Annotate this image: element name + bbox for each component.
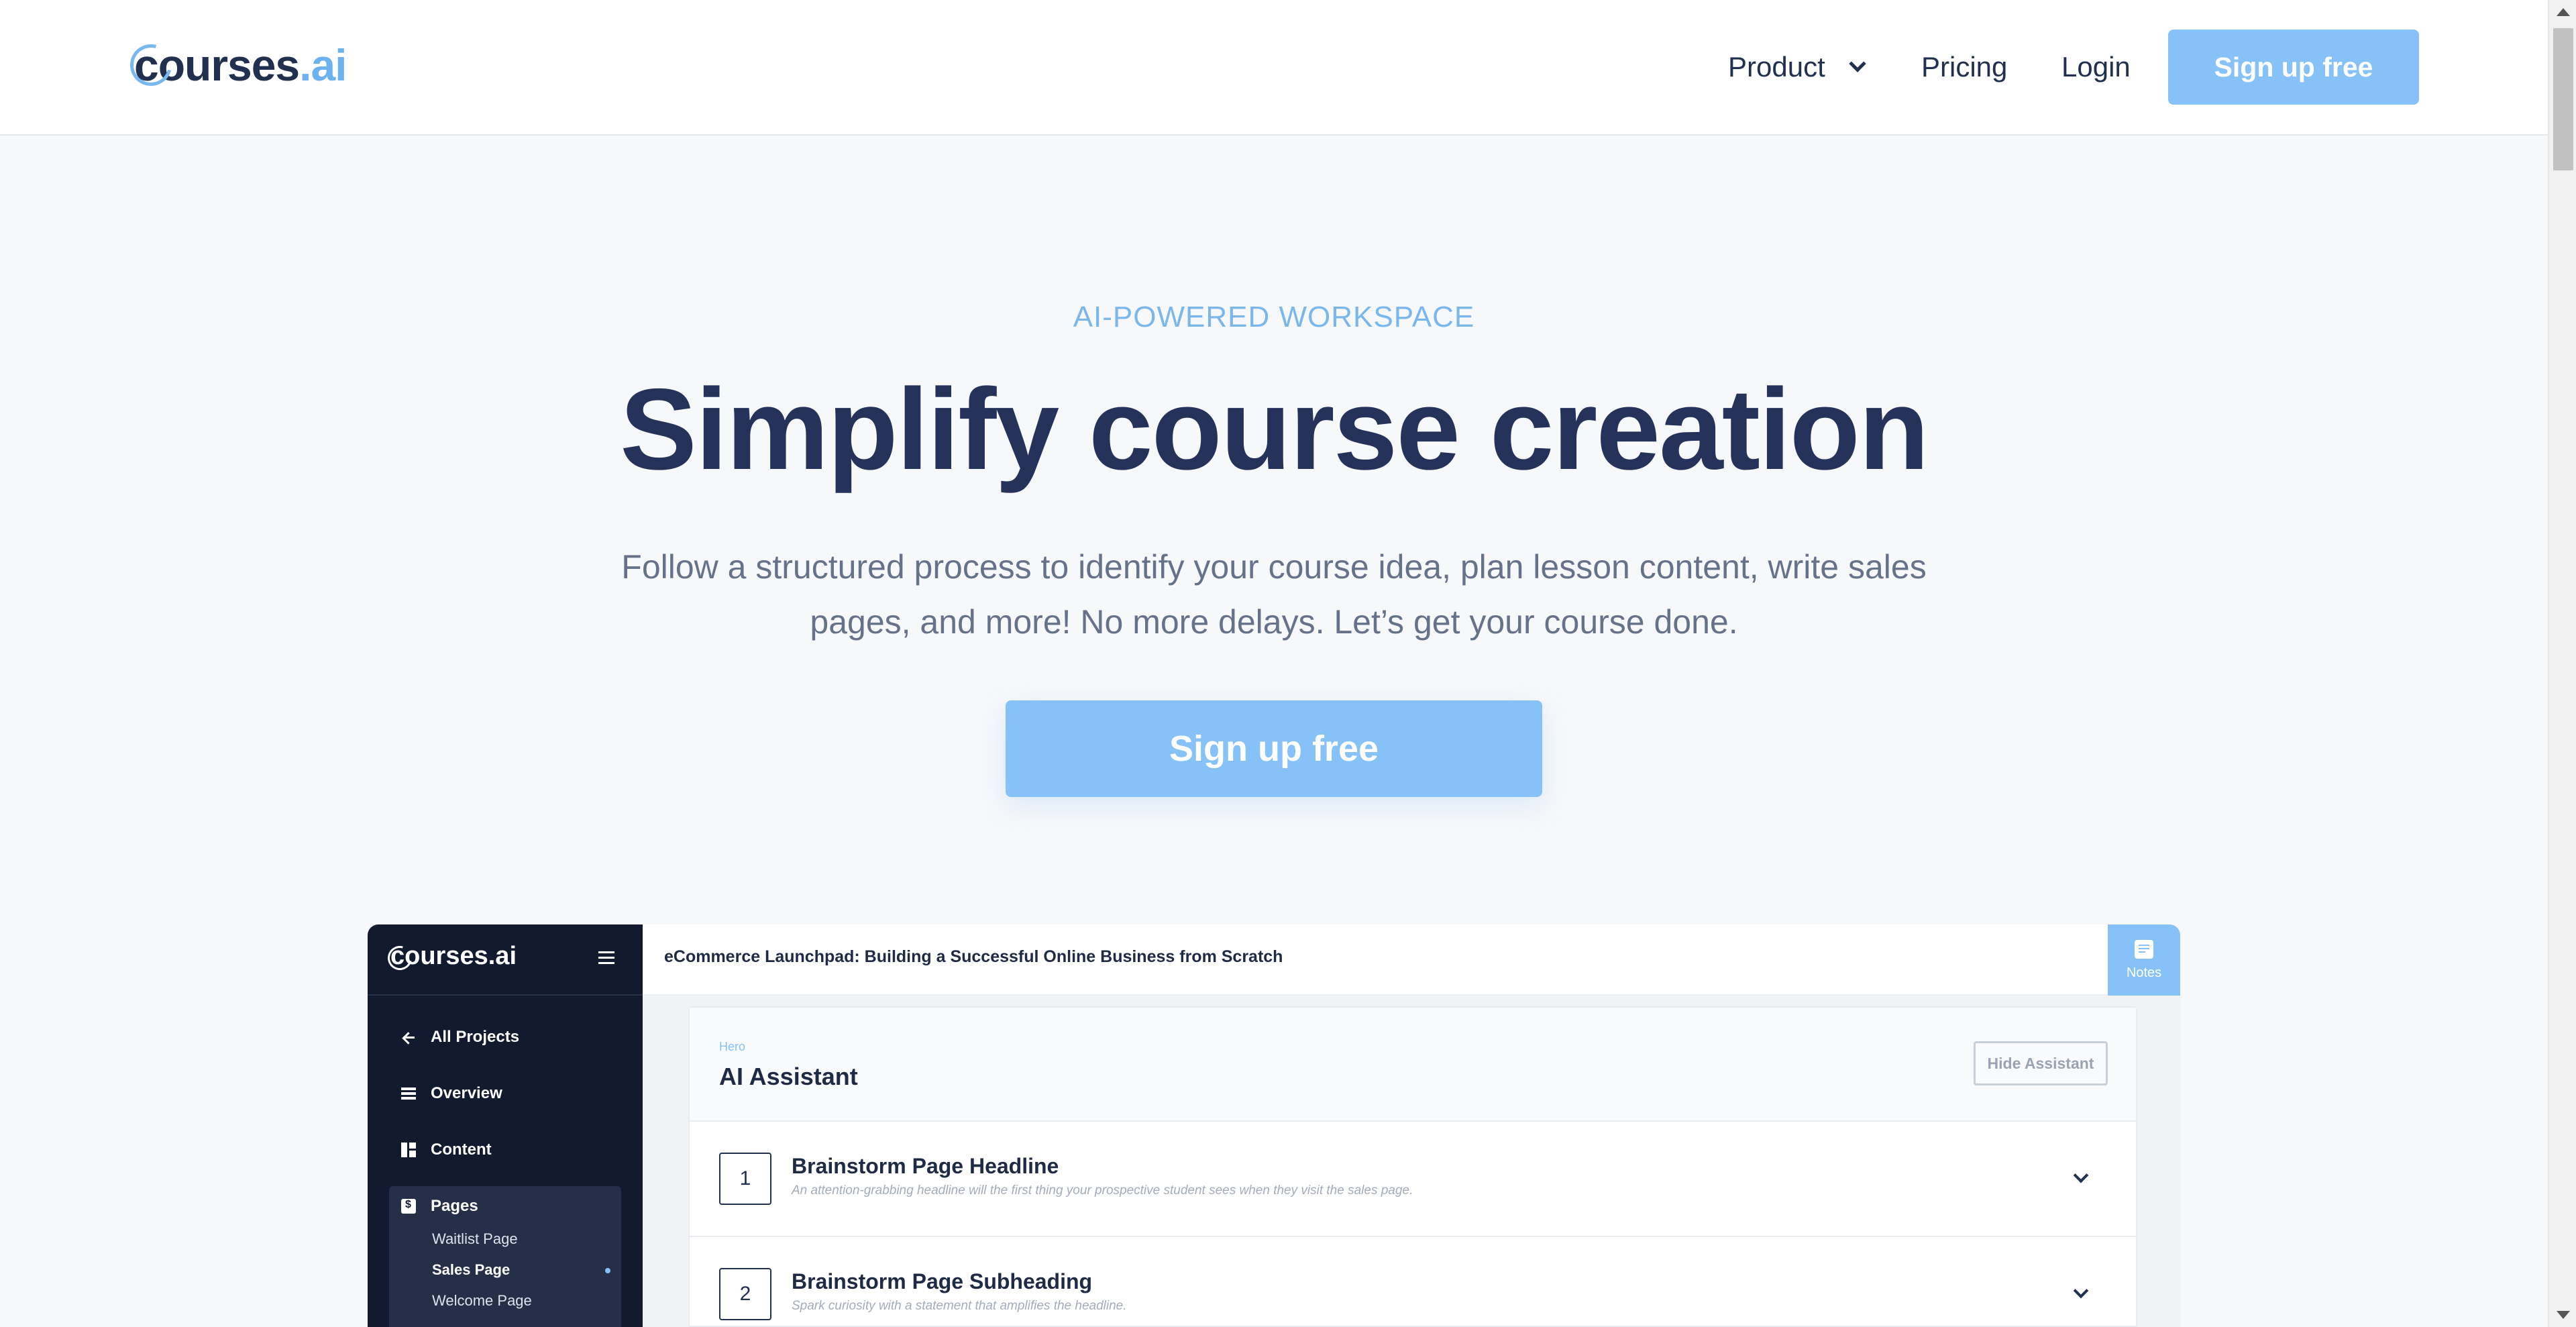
notes-button[interactable]: Notes [2108,924,2180,996]
mockup-logo: courses.ai [383,941,517,975]
assistant-header: Hero AI Assistant Hide Assistant [690,1008,2136,1122]
hide-assistant-button[interactable]: Hide Assistant [1974,1041,2108,1085]
assistant-section-label: Hero [719,1040,746,1053]
chevron-down-icon[interactable] [2073,1283,2089,1299]
chevron-down-icon[interactable] [2073,1167,2089,1183]
active-indicator-dot [605,1268,610,1273]
hero-subline: Follow a structured process to identify … [621,548,1927,641]
assistant-step[interactable]: 1 Brainstorm Page Headline An attention-… [690,1122,2136,1237]
arrow-left-icon [401,1030,416,1045]
hamburger-menu-icon[interactable] [598,951,614,967]
nav-signup-button[interactable]: Sign up free [2168,30,2419,105]
page-dollar-icon [401,1199,416,1214]
nav-product-label: Product [1728,51,1825,83]
sidebar-divider [368,994,643,996]
project-title: eCommerce Launchpad: Building a Successf… [664,947,1283,966]
sidebar-item-label: Overview [431,1084,502,1102]
mockup-header: eCommerce Launchpad: Building a Successf… [643,924,2180,996]
app-preview-mockup: courses.ai All Projects Overview Content… [368,924,2180,1327]
sidebar-item-pages[interactable]: Pages [401,1197,478,1216]
logo-suffix: .ai [299,40,347,90]
list-icon [401,1086,416,1101]
sidebar-item-all-projects[interactable]: All Projects [401,1028,519,1047]
sidebar-subitem-waitlist-page[interactable]: Waitlist Page [432,1230,518,1248]
sidebar-item-content[interactable]: Content [401,1140,492,1159]
sidebar-item-label: All Projects [431,1028,520,1046]
hero-eyebrow: AI-POWERED WORKSPACE [1073,301,1475,333]
mockup-sidebar: courses.ai All Projects Overview Content… [368,924,643,1327]
page-scrollbar[interactable] [2548,0,2576,1327]
sidebar-subitem-sales-page[interactable]: Sales Page [432,1261,510,1279]
nav-product-dropdown[interactable]: Product [1728,43,1867,91]
step-description: An attention-grabbing headline will the … [792,1183,1413,1198]
hero-headline: Simplify course creation [620,365,1929,494]
notes-icon [2135,939,2153,959]
step-description: Spark curiosity with a statement that am… [792,1299,1127,1313]
scrollbar-thumb[interactable] [2553,28,2573,170]
nav-pricing-link[interactable]: Pricing [1921,43,2007,91]
nav-login-link[interactable]: Login [2061,43,2131,91]
ai-assistant-panel: Hero AI Assistant Hide Assistant 1 Brain… [688,1006,2137,1327]
assistant-step[interactable]: 2 Brainstorm Page Subheading Spark curio… [690,1237,2136,1327]
scroll-up-arrow-icon[interactable] [2557,8,2570,16]
top-navigation: courses.ai Product Pricing Login Sign up… [0,0,2548,136]
mockup-logo-suffix: .ai [488,942,517,970]
step-title: Brainstorm Page Subheading [792,1269,1093,1293]
assistant-title: AI Assistant [719,1063,858,1090]
sidebar-item-label: Pages [431,1197,478,1215]
chevron-down-icon [1849,55,1867,72]
hero-signup-button[interactable]: Sign up free [1006,700,1542,797]
step-number: 1 [719,1153,771,1205]
layout-icon [401,1143,416,1157]
notes-label: Notes [2126,965,2162,980]
step-number: 2 [719,1268,771,1320]
courses-ai-logo[interactable]: courses.ai [122,35,347,95]
scroll-down-arrow-icon[interactable] [2557,1311,2570,1319]
sidebar-item-overview[interactable]: Overview [401,1084,502,1103]
sidebar-subitem-welcome-page[interactable]: Welcome Page [432,1292,532,1310]
step-title: Brainstorm Page Headline [792,1154,1059,1178]
sidebar-item-label: Content [431,1140,492,1159]
